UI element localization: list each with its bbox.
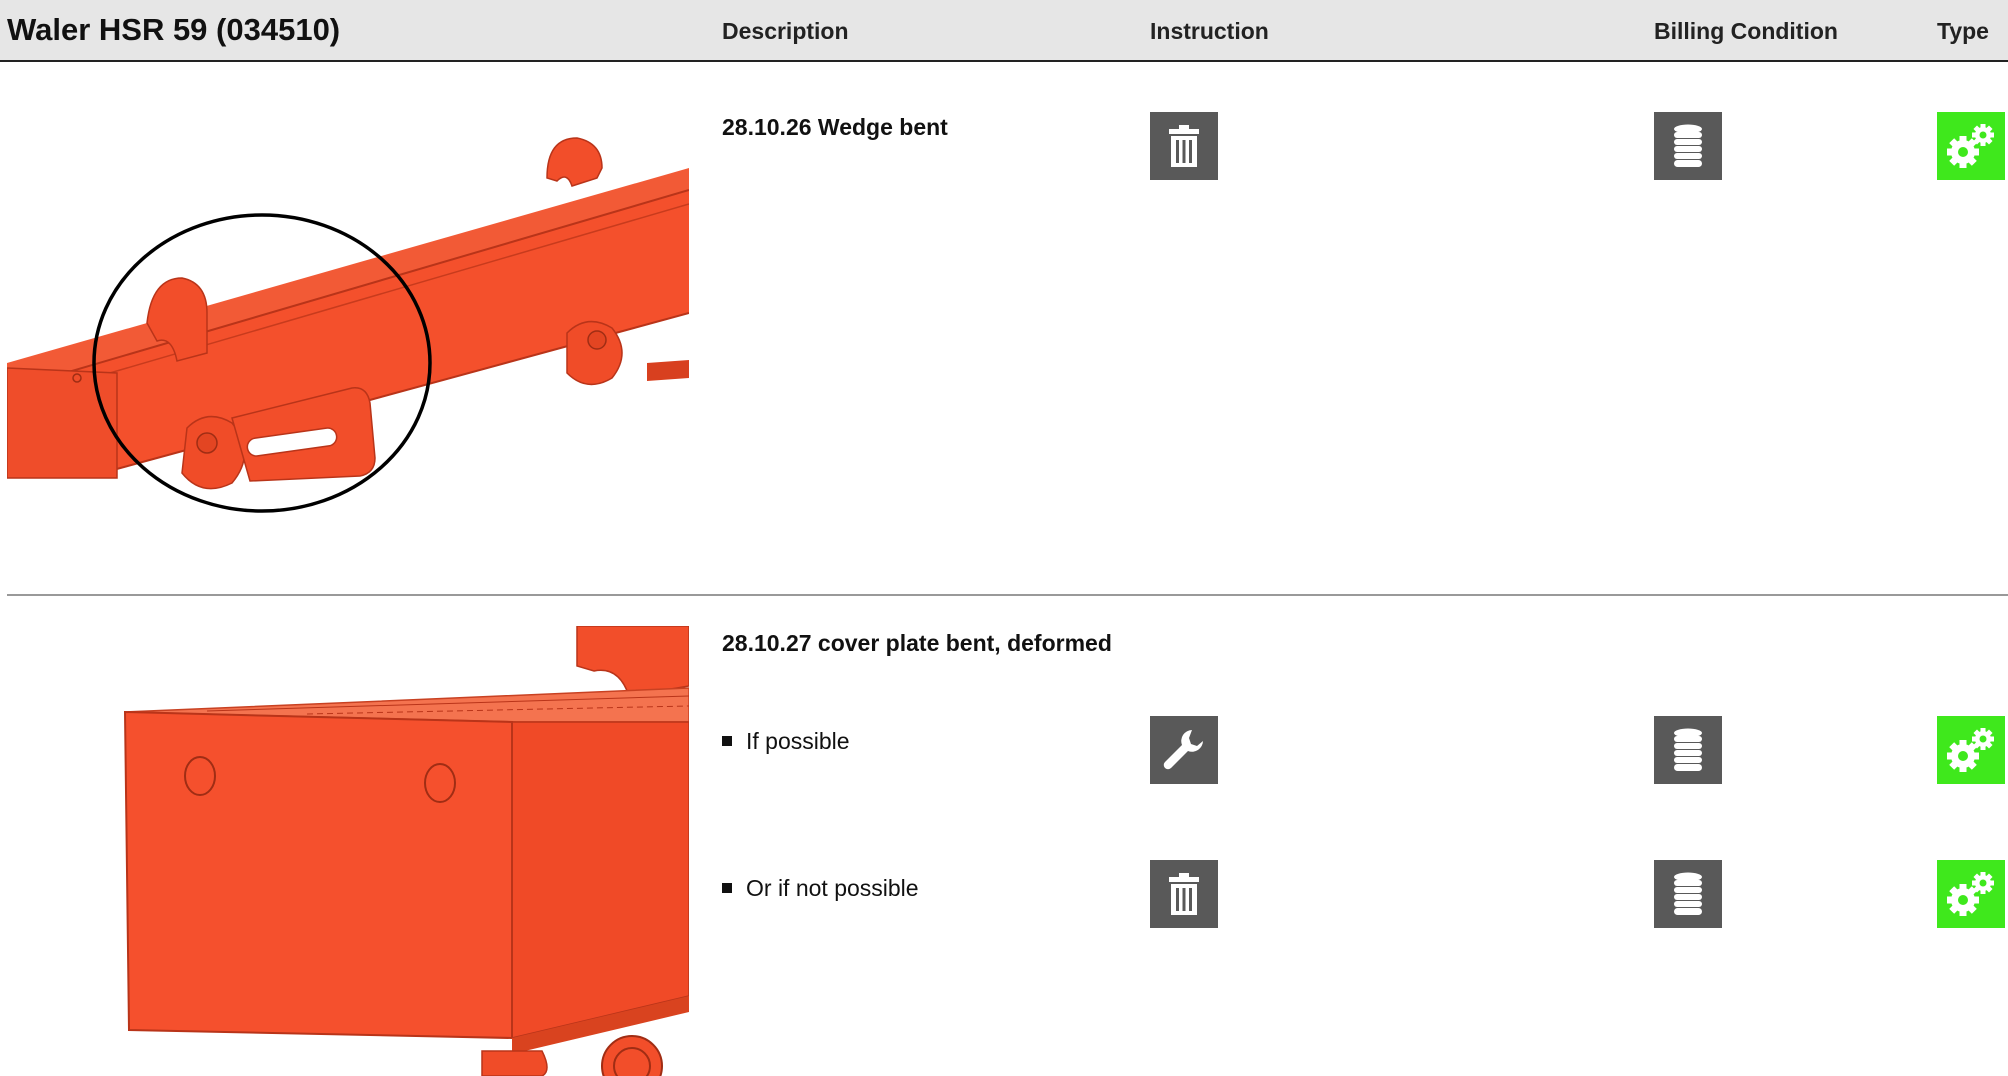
table-header: Waler HSR 59 (034510) Description Instru… <box>0 0 2008 62</box>
row-divider <box>7 594 2008 596</box>
page-title: Waler HSR 59 (034510) <box>7 12 341 47</box>
column-header-description: Description <box>722 18 849 44</box>
column-header-type: Type <box>1937 18 1989 44</box>
coin-stack-icon[interactable] <box>1654 716 1722 784</box>
list-item-label: If possible <box>746 728 850 754</box>
coin-stack-icon[interactable] <box>1654 860 1722 928</box>
coin-stack-icon[interactable] <box>1654 112 1722 180</box>
column-header-billing-condition: Billing Condition <box>1654 18 1838 44</box>
part-image-cover-plate <box>7 626 689 1076</box>
gears-icon[interactable] <box>1937 716 2005 784</box>
gears-icon[interactable] <box>1937 112 2005 180</box>
trash-icon[interactable] <box>1150 860 1218 928</box>
gears-icon[interactable] <box>1937 860 2005 928</box>
list-item-label: Or if not possible <box>746 875 919 901</box>
list-item: Or if not possible <box>722 875 919 902</box>
list-item: If possible <box>722 728 850 755</box>
bullet-square-icon <box>722 736 732 746</box>
trash-icon[interactable] <box>1150 112 1218 180</box>
bullet-square-icon <box>722 883 732 893</box>
part-image-wedge <box>7 128 689 528</box>
wrench-icon[interactable] <box>1150 716 1218 784</box>
damage-description: 28.10.26 Wedge bent <box>722 114 948 140</box>
damage-description: 28.10.27 cover plate bent, deformed <box>722 630 1112 656</box>
column-header-instruction: Instruction <box>1150 18 1269 44</box>
